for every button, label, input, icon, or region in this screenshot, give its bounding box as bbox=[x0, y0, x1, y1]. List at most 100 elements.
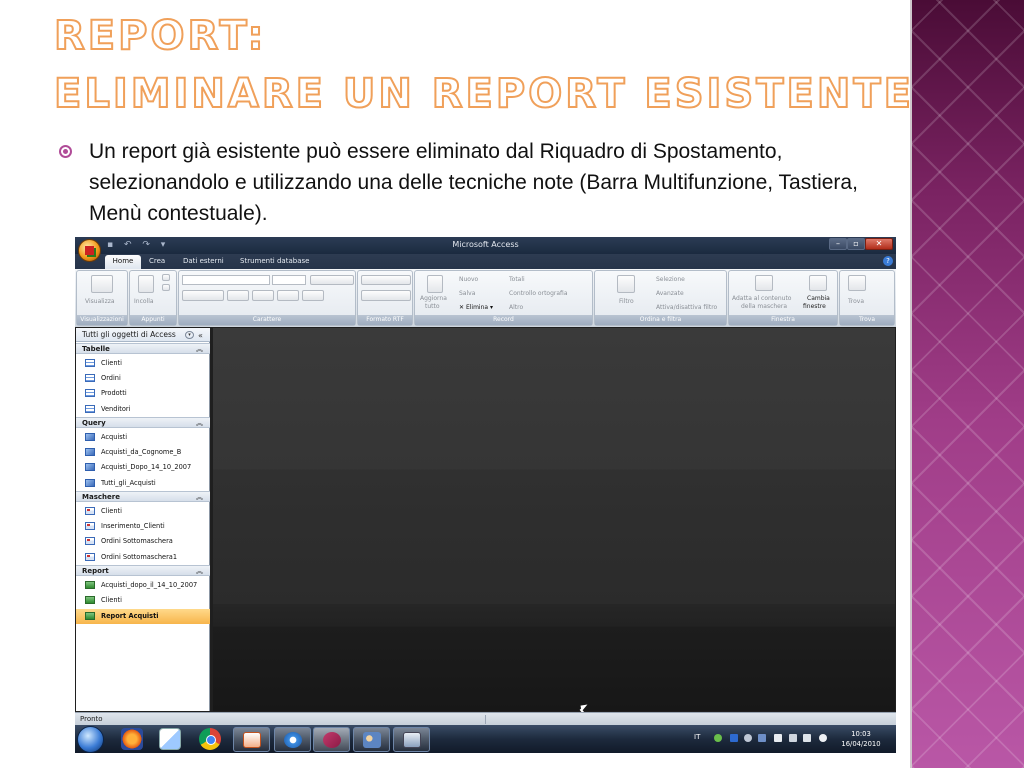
start-button[interactable] bbox=[77, 726, 104, 753]
gridlines-icon[interactable] bbox=[277, 290, 299, 301]
minimize-button[interactable]: – bbox=[829, 238, 847, 250]
elimina-button[interactable]: ✕ Elimina ▾ bbox=[459, 304, 493, 311]
nav-item-report[interactable]: Clienti bbox=[76, 593, 210, 608]
notepad-icon[interactable] bbox=[159, 728, 181, 750]
tray-bluetooth-icon[interactable] bbox=[730, 734, 738, 742]
copy-icon[interactable] bbox=[162, 284, 170, 291]
taskbar-browser[interactable] bbox=[274, 727, 311, 752]
nav-section-maschere[interactable]: Maschere ︽ bbox=[76, 491, 210, 502]
nav-section-tabelle[interactable]: Tabelle ︽ bbox=[76, 343, 210, 354]
adatta-label-2: della maschera bbox=[741, 303, 788, 310]
navigation-pane: Tutti gli oggetti di Access ▾ « Tabelle ︽… bbox=[76, 328, 210, 711]
item-label: Ordini Sottomaschera1 bbox=[101, 553, 178, 561]
indent-icons[interactable] bbox=[361, 275, 411, 285]
window-title: Microsoft Access bbox=[452, 240, 519, 249]
nav-section-query[interactable]: Query ︽ bbox=[76, 417, 210, 428]
filtro-button[interactable]: Filtro bbox=[619, 298, 634, 305]
nav-section-report[interactable]: Report ︽ bbox=[76, 565, 210, 576]
fit-form-icon[interactable] bbox=[755, 275, 773, 291]
section-label: Report bbox=[82, 567, 109, 575]
aggiorna-button[interactable]: Aggiorna bbox=[420, 295, 447, 302]
font-color-icon[interactable] bbox=[227, 290, 249, 301]
paste-icon[interactable] bbox=[138, 275, 154, 293]
nav-item-form[interactable]: Ordini Sottomaschera bbox=[76, 534, 210, 549]
tab-crea[interactable]: Crea bbox=[149, 257, 165, 265]
switch-windows-icon[interactable] bbox=[809, 275, 827, 291]
avanzate-button[interactable]: Avanzate bbox=[656, 290, 684, 297]
ribbon-tabs: Home Crea Dati esterni Strumenti databas… bbox=[75, 254, 896, 269]
tray-clock[interactable]: 10:03 16/04/2010 bbox=[837, 729, 885, 749]
nav-header-label: Tutti gli oggetti di Access bbox=[82, 330, 176, 339]
chevron-down-icon[interactable]: ▾ bbox=[185, 331, 194, 339]
nav-item-form[interactable]: Inserimento_Clienti bbox=[76, 519, 210, 534]
adatta-button[interactable]: Adatta al contenuto bbox=[732, 295, 791, 302]
align-icons[interactable] bbox=[310, 275, 354, 285]
close-button[interactable]: ✕ bbox=[865, 238, 893, 250]
tray-user-icon[interactable] bbox=[714, 734, 722, 742]
selezione-button[interactable]: Selezione bbox=[656, 276, 685, 283]
attiva-filtro-button[interactable]: Attiva/disattiva filtro bbox=[656, 304, 717, 311]
nuovo-button[interactable]: Nuovo bbox=[459, 276, 478, 283]
tray-flag-icon[interactable] bbox=[774, 734, 782, 742]
volume-icon[interactable] bbox=[819, 734, 827, 742]
cambia-finestre-button[interactable]: Cambia bbox=[807, 295, 830, 302]
office-button[interactable] bbox=[78, 239, 101, 262]
salva-button[interactable]: Salva bbox=[459, 290, 475, 297]
item-label: Ordini bbox=[101, 374, 121, 382]
tray-monitor-icon[interactable] bbox=[803, 734, 811, 742]
tab-home[interactable]: Home bbox=[105, 255, 141, 269]
firefox-icon[interactable] bbox=[121, 728, 143, 750]
bold-italic-underline-icons[interactable] bbox=[182, 290, 224, 301]
fill-color-icon[interactable] bbox=[252, 290, 274, 301]
help-icon[interactable]: ? bbox=[883, 256, 893, 266]
nav-header[interactable]: Tutti gli oggetti di Access ▾ « bbox=[76, 328, 210, 342]
taskbar: IT 10:03 16/04/2010 bbox=[75, 725, 896, 753]
controllo-ortografia-button[interactable]: Controllo ortografia bbox=[509, 290, 568, 297]
chrome-icon[interactable] bbox=[199, 728, 221, 750]
section-label: Query bbox=[82, 419, 106, 427]
tray-network-icon[interactable] bbox=[744, 734, 752, 742]
tray-display-icon[interactable] bbox=[758, 734, 766, 742]
app-icon bbox=[403, 732, 421, 748]
taskbar-messenger[interactable] bbox=[353, 727, 390, 752]
alt-row-color-icon[interactable] bbox=[302, 290, 324, 301]
tray-device-icon[interactable] bbox=[789, 734, 797, 742]
visualizza-button[interactable]: Visualizza bbox=[85, 298, 115, 305]
nav-item-table[interactable]: Venditori bbox=[76, 402, 210, 417]
view-icon[interactable] bbox=[91, 275, 113, 293]
language-indicator[interactable]: IT bbox=[694, 733, 700, 741]
quick-access-toolbar[interactable]: ▪ ↶ ↷ ▾ bbox=[107, 240, 169, 250]
nav-item-report[interactable]: Acquisti_dopo_il_14_10_2007 bbox=[76, 578, 210, 593]
incolla-button[interactable]: Incolla bbox=[134, 298, 154, 305]
taskbar-powerpoint[interactable] bbox=[233, 727, 270, 752]
font-size-field[interactable] bbox=[272, 275, 306, 285]
nav-item-query[interactable]: Acquisti bbox=[76, 430, 210, 445]
binoculars-icon[interactable] bbox=[848, 275, 866, 291]
filter-icon[interactable] bbox=[617, 275, 635, 293]
nav-item-table[interactable]: Ordini bbox=[76, 371, 210, 386]
nav-item-query[interactable]: Acquisti_da_Cognome_B bbox=[76, 445, 210, 460]
taskbar-app[interactable] bbox=[393, 727, 430, 752]
font-name-field[interactable] bbox=[182, 275, 270, 285]
list-icons[interactable] bbox=[361, 290, 411, 301]
collapse-icon[interactable]: « bbox=[198, 329, 203, 343]
refresh-icon[interactable] bbox=[427, 275, 443, 293]
nav-item-form[interactable]: Ordini Sottomaschera1 bbox=[76, 550, 210, 565]
nav-item-query[interactable]: Acquisti_Dopo_14_10_2007 bbox=[76, 460, 210, 475]
cut-icon[interactable] bbox=[162, 274, 170, 281]
nav-item-query[interactable]: Tutti_gli_Acquisti bbox=[76, 476, 210, 491]
taskbar-access[interactable] bbox=[313, 727, 350, 752]
item-label: Ordini Sottomaschera bbox=[101, 537, 173, 545]
nav-item-table[interactable]: Prodotti bbox=[76, 386, 210, 401]
group-formato-rtf: Formato RTF bbox=[357, 270, 413, 326]
trova-button[interactable]: Trova bbox=[848, 298, 864, 305]
maximize-button[interactable]: ▫ bbox=[847, 238, 865, 250]
query-icon bbox=[85, 463, 95, 471]
nav-item-form[interactable]: Clienti bbox=[76, 504, 210, 519]
totali-button[interactable]: Totali bbox=[509, 276, 525, 283]
tab-dati-esterni[interactable]: Dati esterni bbox=[183, 257, 224, 265]
nav-item-table[interactable]: Clienti bbox=[76, 356, 210, 371]
tab-strumenti-database[interactable]: Strumenti database bbox=[240, 257, 309, 265]
altro-button[interactable]: Altro bbox=[509, 304, 523, 311]
nav-item-report-selected[interactable]: Report Acquisti bbox=[76, 609, 210, 624]
